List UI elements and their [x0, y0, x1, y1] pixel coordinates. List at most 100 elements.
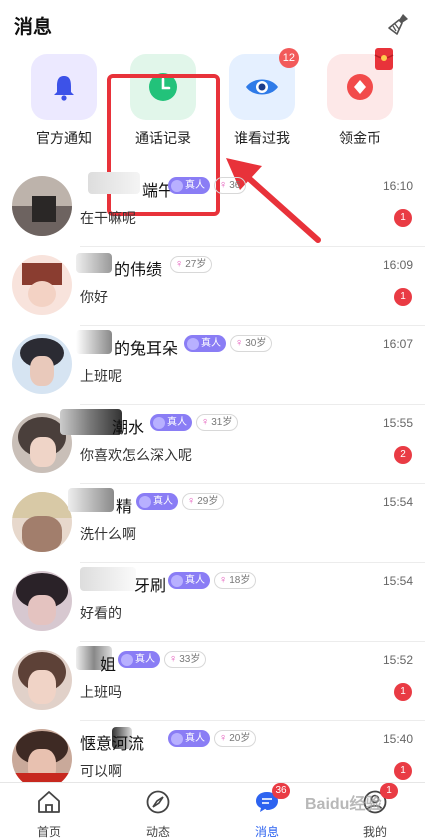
privacy-mosaic [80, 567, 136, 591]
person-icon [171, 179, 183, 192]
official-notice-tile [31, 54, 97, 120]
unread-badge: 1 [394, 683, 412, 701]
compass-icon [146, 790, 170, 814]
avatar [12, 650, 72, 710]
verified-real-badge: 真人 [168, 572, 210, 589]
contact-name: 惬意河流 [80, 736, 145, 753]
verified-real-badge: 真人 [118, 651, 160, 668]
broom-clear-icon[interactable] [387, 12, 411, 36]
privacy-mosaic [76, 330, 112, 354]
quick-who-viewed-me[interactable]: 12 谁看过我 [222, 48, 302, 148]
claim-coins-tile [327, 48, 394, 120]
contact-tags: 真人 ♀ 30岁 [184, 335, 273, 352]
person-icon [121, 653, 133, 666]
tab-home[interactable]: 首页 [14, 789, 84, 840]
avatar [12, 492, 72, 552]
female-icon: ♀ [219, 179, 228, 191]
message-preview: 在干嘛呢 [80, 210, 136, 226]
quick-actions: 官方通知 通话记录 12 谁看过我 领金币 [0, 48, 425, 216]
unread-badge: 2 [394, 446, 412, 464]
avatar [12, 176, 72, 236]
message-time: 16:07 [382, 337, 413, 351]
tab-label: 动态 [145, 825, 170, 839]
message-time: 15:55 [382, 416, 413, 430]
message-time: 15:54 [382, 495, 413, 509]
privacy-mosaic [88, 172, 140, 194]
conversation-row[interactable]: 的伟绩 ♀ 27岁 16:09 你好 1 [0, 247, 425, 326]
red-envelope-icon [374, 48, 394, 70]
conversation-row[interactable]: 的兔耳朵 真人 ♀ 30岁 16:07 上班呢 [0, 326, 425, 405]
age-label: 36 [229, 180, 241, 191]
unread-badge: 1 [394, 209, 412, 227]
tab-feed[interactable]: 动态 [123, 789, 193, 840]
message-preview: 上班呢 [80, 368, 122, 384]
quick-claim-coins[interactable]: 领金币 [320, 48, 400, 148]
age-badge: ♀ 20岁 [214, 730, 257, 747]
tab-label: 消息 [254, 825, 279, 839]
conversation-row[interactable]: 潮水 真人 ♀ 31岁 15:55 你喜欢怎么深入呢 2 [0, 405, 425, 484]
coin-diamond-icon [347, 74, 373, 100]
contact-name: 的兔耳朵 [114, 341, 179, 358]
conversation-row[interactable]: 端午 真人 ♀ 36 16:10 在干嘛呢 1 [0, 168, 425, 247]
tab-label: 首页 [36, 825, 61, 839]
eye-icon [246, 79, 278, 95]
real-label: 真人 [167, 417, 187, 428]
real-label: 真人 [153, 496, 173, 507]
person-icon [139, 495, 151, 508]
contact-tags: 真人 ♀ 31岁 [150, 414, 239, 431]
quick-label: 领金币 [339, 130, 381, 146]
unread-badge: 1 [394, 288, 412, 306]
privacy-mosaic [76, 253, 112, 273]
message-preview: 好看的 [80, 605, 122, 621]
contact-tags: 真人 ♀ 36 [168, 177, 247, 194]
age-badge: ♀ 33岁 [164, 651, 207, 668]
age-label: 33岁 [179, 654, 201, 665]
message-preview: 上班吗 [80, 684, 122, 700]
contact-name: 姐 [100, 657, 117, 674]
avatar [12, 729, 72, 789]
contact-tags: 真人 ♀ 18岁 [168, 572, 257, 589]
real-label: 真人 [135, 654, 155, 665]
conversation-row[interactable]: 精 真人 ♀ 29岁 15:54 洗什么啊 [0, 484, 425, 563]
message-preview: 你喜欢怎么深入呢 [80, 447, 192, 463]
avatar [12, 334, 72, 394]
watermark: Baidu经验 [305, 796, 382, 813]
tab-messages[interactable]: 36 消息 [232, 783, 302, 840]
contact-name: 精 [116, 499, 133, 516]
age-badge: ♀ 29岁 [182, 493, 225, 510]
person-icon [187, 337, 199, 350]
contact-name: 牙刷 [134, 578, 167, 595]
female-icon: ♀ [219, 732, 228, 744]
bell-icon [54, 76, 74, 101]
age-label: 18岁 [229, 575, 251, 586]
female-icon: ♀ [235, 337, 244, 349]
female-icon: ♀ [219, 574, 228, 586]
contact-tags: 真人 ♀ 20岁 [168, 730, 257, 747]
age-label: 30岁 [245, 338, 267, 349]
quick-label: 官方通知 [36, 130, 92, 146]
contact-tags: ♀ 27岁 [170, 256, 213, 273]
verified-real-badge: 真人 [136, 493, 178, 510]
real-label: 真人 [185, 575, 205, 586]
notification-badge: 12 [278, 48, 299, 68]
message-preview: 可以啊 [80, 763, 122, 779]
real-label: 真人 [185, 180, 205, 191]
person-icon [171, 574, 183, 587]
message-time: 15:54 [382, 574, 413, 588]
verified-real-badge: 真人 [150, 414, 192, 431]
contact-tags: 真人 ♀ 29岁 [136, 493, 225, 510]
verified-real-badge: 真人 [168, 730, 210, 747]
messages-count-badge: 36 [272, 783, 290, 799]
message-preview: 洗什么啊 [80, 526, 136, 542]
message-time: 15:40 [382, 732, 413, 746]
contact-name: 的伟绩 [114, 262, 163, 279]
message-time: 16:10 [382, 179, 413, 193]
conversation-row[interactable]: 姐 真人 ♀ 33岁 15:52 上班吗 1 [0, 642, 425, 721]
conversation-row[interactable]: 牙刷 真人 ♀ 18岁 15:54 好看的 [0, 563, 425, 642]
contact-name: 潮水 [112, 420, 145, 437]
verified-real-badge: 真人 [184, 335, 226, 352]
age-badge: ♀ 36 [214, 177, 247, 194]
quick-official-notice[interactable]: 官方通知 [24, 54, 104, 148]
age-badge: ♀ 27岁 [170, 256, 213, 273]
female-icon: ♀ [187, 495, 196, 507]
